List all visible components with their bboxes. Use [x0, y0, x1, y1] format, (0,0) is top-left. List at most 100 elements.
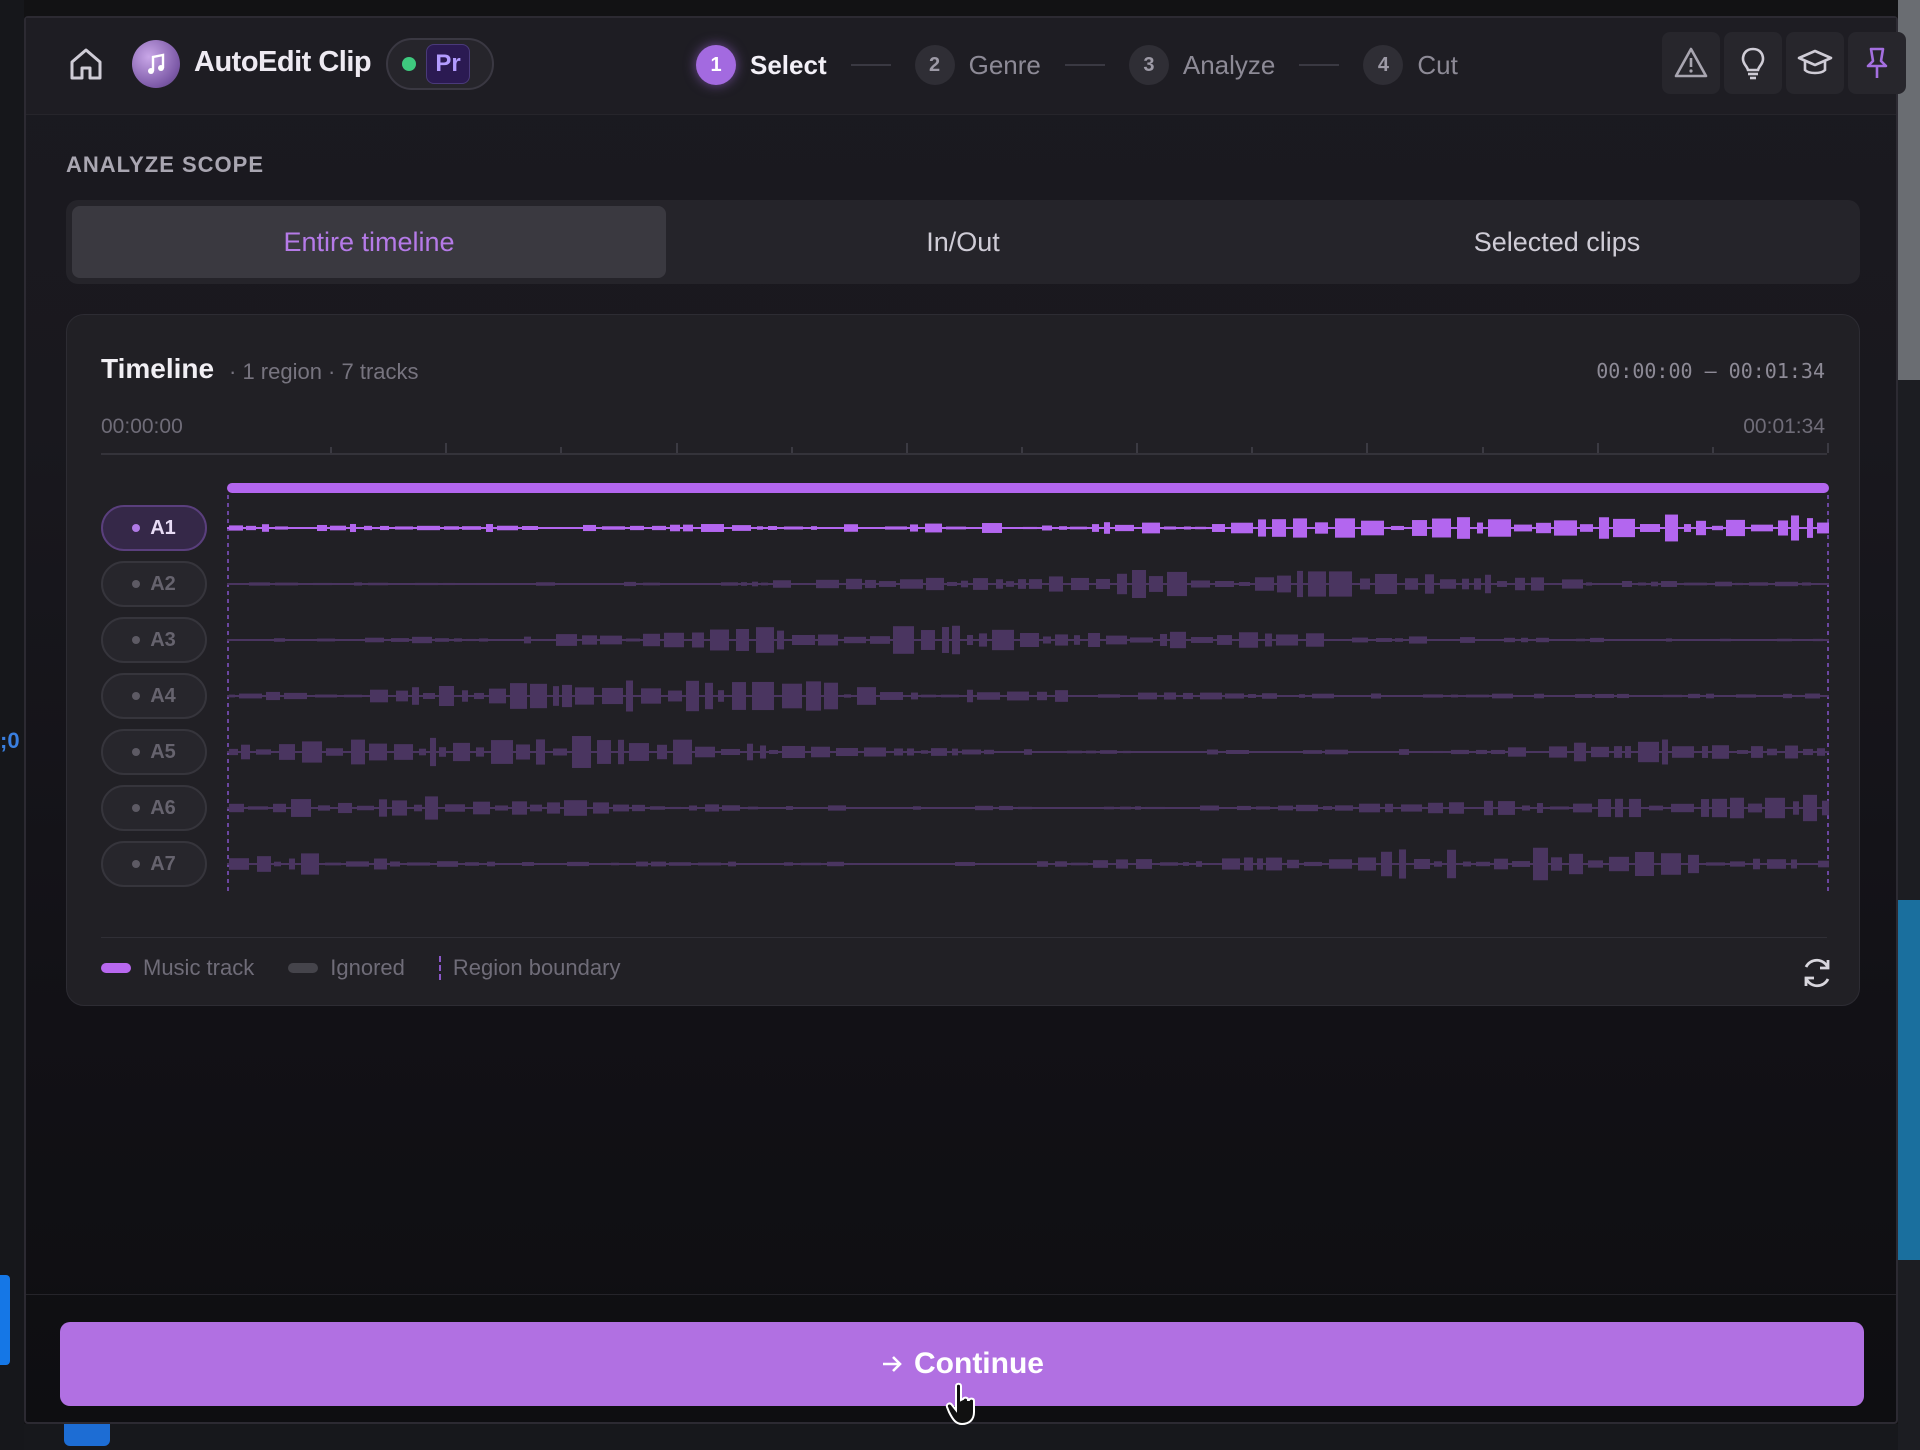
continue-label: Continue [914, 1347, 1044, 1380]
legend-music-track: Music track [101, 955, 254, 981]
boundary-swatch [438, 956, 441, 980]
waveform-a1 [227, 514, 1829, 542]
track-label: A6 [150, 796, 176, 819]
ruler-tick [1827, 443, 1829, 453]
waveform-a4 [227, 680, 1829, 712]
track-toggle-a4[interactable]: A4 [101, 673, 207, 719]
time-ruler [101, 443, 1829, 455]
track-label: A1 [150, 516, 176, 539]
legend-label: Region boundary [452, 955, 621, 980]
track-toggle-a3[interactable]: A3 [101, 617, 207, 663]
track-toggle-a2[interactable]: A2 [101, 561, 207, 607]
step-label: Select [750, 49, 827, 80]
scope-entire-timeline[interactable]: Entire timeline [72, 206, 666, 278]
tutorial-button[interactable] [1786, 32, 1844, 94]
tips-button[interactable] [1724, 32, 1782, 94]
scope-selector: Entire timeline In/Out Selected clips [66, 200, 1860, 284]
timeline-end-time: 00:01:34 [1743, 415, 1825, 438]
ignored-swatch [288, 963, 319, 973]
premiere-badge: Pr [426, 44, 470, 84]
track-toggle-a5[interactable]: A5 [101, 729, 207, 775]
ruler-tick [330, 447, 332, 453]
scope-selected-clips[interactable]: Selected clips [1260, 206, 1854, 278]
step-analyze[interactable]: 3 Analyze [1128, 45, 1275, 85]
app-logo [132, 40, 180, 88]
top-bar: AutoEdit Clip Pr 1 Select 2 Genre 3 Anal… [26, 18, 1906, 115]
step-separator [1064, 64, 1105, 66]
track-label: A3 [150, 628, 176, 651]
legend-label: Music track [143, 955, 255, 980]
ruler-tick [1251, 447, 1253, 453]
track-label: A5 [150, 740, 176, 763]
ruler-tick [791, 447, 793, 453]
track-waveforms[interactable] [227, 483, 1829, 913]
waveform-a7 [227, 847, 1829, 881]
legend-region-boundary: Region boundary [438, 955, 621, 981]
track-dot [132, 804, 141, 812]
graduation-cap-icon [1797, 49, 1833, 75]
host-app-left-edge: ;0 [0, 0, 24, 1450]
step-select[interactable]: 1 Select [696, 45, 827, 85]
host-app-bottom-edge [24, 1424, 1898, 1450]
ruler-tick [1136, 443, 1138, 453]
track-label: A2 [150, 572, 176, 595]
track-toggle-a6[interactable]: A6 [101, 785, 207, 831]
step-genre[interactable]: 2 Genre [914, 45, 1041, 85]
wizard-steps: 1 Select 2 Genre 3 Analyze 4 Cut [696, 40, 1458, 90]
music-swatch [101, 963, 131, 973]
waveform-a3 [227, 625, 1829, 655]
legend: Music track Ignored Region boundary [101, 955, 620, 981]
host-clip-fragment [0, 1275, 10, 1365]
track-dot [132, 580, 141, 588]
host-app-right-edge [1898, 0, 1920, 1450]
legend-ignored: Ignored [288, 955, 405, 981]
ruler-tick [1712, 447, 1714, 453]
ruler-tick [676, 443, 678, 453]
step-label: Cut [1417, 49, 1458, 80]
legend-divider [101, 937, 1827, 938]
host-clip-fragment-right [1898, 900, 1920, 1260]
host-timecode-fragment: ;0 [0, 728, 20, 753]
ruler-tick [1597, 443, 1599, 453]
region-bar[interactable] [227, 483, 1829, 493]
step-number: 3 [1128, 45, 1169, 85]
legend-label: Ignored [330, 955, 405, 980]
warnings-button[interactable] [1662, 32, 1720, 94]
waveform-a5 [227, 736, 1829, 768]
host-connection-pill[interactable]: Pr [386, 38, 494, 90]
step-number: 1 [696, 45, 736, 85]
track-toggle-a7[interactable]: A7 [101, 841, 207, 887]
waveform-a2 [227, 569, 1829, 599]
track-dot [132, 860, 141, 868]
host-tab-fragment [64, 1424, 110, 1446]
autoedit-panel: AutoEdit Clip Pr 1 Select 2 Genre 3 Anal… [24, 16, 1906, 1424]
step-separator [1299, 64, 1340, 66]
arrow-right-icon [883, 1356, 902, 1372]
track-dot [132, 748, 141, 756]
step-cut[interactable]: 4 Cut [1363, 45, 1458, 85]
track-toggle-a1[interactable]: A1 [101, 505, 207, 551]
ruler-tick [1366, 443, 1368, 453]
app-title: AutoEdit Clip [194, 46, 372, 78]
refresh-button[interactable] [1795, 951, 1839, 995]
lightbulb-icon [1741, 47, 1765, 80]
pin-button[interactable] [1848, 32, 1906, 94]
track-dot [132, 636, 141, 644]
timeline-range: 00:00:00 – 00:01:34 [1596, 359, 1825, 383]
track-dot [132, 524, 141, 532]
pin-icon [1866, 47, 1888, 78]
step-label: Genre [968, 49, 1041, 80]
track-dot [132, 692, 141, 700]
home-icon [70, 48, 102, 80]
scope-in-out[interactable]: In/Out [666, 206, 1260, 278]
analyze-scope-title: ANALYZE SCOPE [66, 152, 265, 177]
waveform-a6 [227, 794, 1829, 822]
refresh-icon [1804, 958, 1830, 988]
home-button[interactable] [58, 36, 114, 92]
ruler-tick [1021, 447, 1023, 453]
warning-icon [1674, 47, 1708, 78]
toolbar-buttons [1662, 32, 1906, 94]
connected-status-dot [402, 57, 416, 71]
timeline-summary: · 1 region · 7 tracks [229, 359, 419, 384]
step-separator [850, 64, 891, 66]
